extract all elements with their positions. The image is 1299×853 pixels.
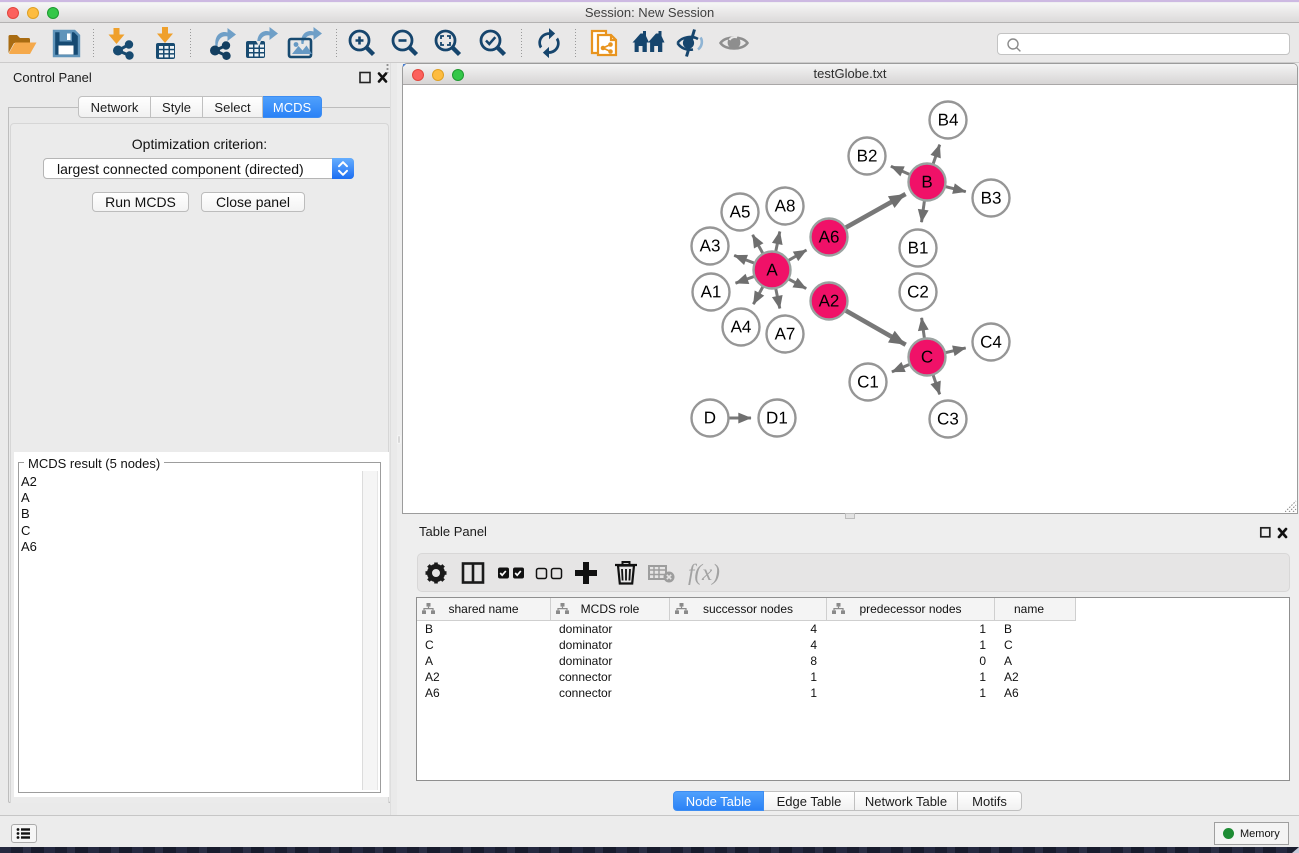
svg-text:A4: A4 xyxy=(731,317,752,336)
svg-text:C2: C2 xyxy=(907,283,929,302)
svg-text:B1: B1 xyxy=(908,239,929,258)
svg-text:A8: A8 xyxy=(775,196,796,215)
svg-text:A: A xyxy=(766,260,778,279)
svg-text:A7: A7 xyxy=(775,324,796,343)
svg-text:C3: C3 xyxy=(937,410,959,429)
svg-text:f(x): f(x) xyxy=(688,560,720,585)
svg-text:B2: B2 xyxy=(857,147,878,166)
svg-text:B3: B3 xyxy=(981,189,1002,208)
svg-text:C4: C4 xyxy=(980,333,1002,352)
svg-text:C1: C1 xyxy=(857,373,879,392)
svg-text:D: D xyxy=(704,408,716,427)
svg-text:A1: A1 xyxy=(701,282,722,301)
svg-text:D1: D1 xyxy=(766,408,788,427)
svg-text:B4: B4 xyxy=(938,111,959,130)
svg-text:A3: A3 xyxy=(700,236,721,255)
svg-text:A2: A2 xyxy=(819,291,840,310)
svg-text:A5: A5 xyxy=(730,202,751,221)
svg-text:C: C xyxy=(921,348,933,367)
svg-text:B: B xyxy=(921,173,932,192)
svg-text:A6: A6 xyxy=(819,227,840,246)
